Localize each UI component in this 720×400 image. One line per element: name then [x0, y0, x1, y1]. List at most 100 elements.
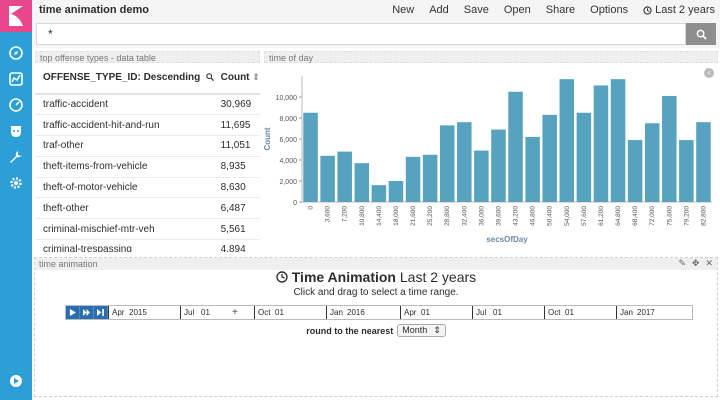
options-button[interactable]: Options	[590, 4, 628, 16]
timeline-tick-label: Jul	[180, 306, 194, 319]
offense-type-cell[interactable]: theft-of-motor-vehicle	[35, 177, 215, 199]
search-button[interactable]	[686, 23, 716, 45]
anim-title: Time Animation	[291, 269, 396, 285]
kibana-logo-icon	[9, 6, 23, 26]
timeline-tick-label: 01	[421, 308, 430, 317]
data-table: OFFENSE_TYPE_ID: Descending Count ⇕ traf…	[35, 62, 260, 252]
count-cell: 11,695	[214, 114, 260, 137]
timeline-tick-label: 2016	[347, 308, 365, 317]
timeline-brush[interactable]: Apr 2015 Jul 01 Oct 01 Jan 2016 Apr 01 Jul 01 Oct 01 J…	[65, 305, 693, 320]
table-row: traf-other 11,051	[35, 135, 260, 157]
collapse-sidebar-icon[interactable]	[0, 368, 32, 394]
x-axis-label: secsOfDay	[486, 235, 528, 244]
timeline-tick-label: 01	[493, 308, 502, 317]
timeline-tick-label: 01	[565, 308, 574, 317]
x-tick-label: 25,200	[427, 206, 434, 226]
step-forward-button[interactable]	[94, 306, 108, 319]
x-tick-label: 3,600	[325, 206, 332, 223]
add-button[interactable]: Add	[429, 4, 449, 16]
x-tick-label: 7,200	[342, 206, 349, 223]
y-axis-label: Count	[263, 127, 272, 150]
table-row: theft-other 6,487	[35, 197, 260, 220]
offense-type-cell[interactable]: traffic-accident	[35, 94, 215, 116]
bar	[644, 123, 660, 202]
open-button[interactable]: Open	[504, 4, 531, 16]
round-select[interactable]: Month ⇕	[397, 324, 446, 337]
timeline-tick-label: Oct	[544, 306, 560, 319]
play-controls	[66, 306, 108, 319]
clock-icon	[643, 5, 652, 15]
dev-tools-wrench-icon[interactable]	[0, 144, 32, 170]
time-range-label: Last 2 years	[655, 4, 715, 16]
offense-type-cell[interactable]: criminal-trespassing	[35, 239, 215, 252]
x-tick-label: 79,200	[683, 206, 690, 226]
visualize-icon[interactable]	[0, 66, 32, 92]
x-tick-label: 61,200	[598, 206, 605, 226]
round-select-value: Month	[402, 325, 428, 335]
dashboard-title: time animation demo	[39, 4, 150, 16]
table-row: theft-of-motor-vehicle 8,630	[35, 177, 260, 199]
kibana-logo[interactable]	[0, 0, 32, 32]
x-tick-label: 10,800	[359, 206, 366, 226]
table-row: theft-items-from-vehicle 8,935	[35, 156, 260, 178]
y-tick-label: 2,000	[279, 179, 297, 186]
crosshair-cursor-icon: +	[232, 307, 238, 318]
timeline-tick-label: Oct	[254, 306, 270, 319]
share-button[interactable]: Share	[546, 4, 575, 16]
x-tick-label: 46,800	[530, 206, 537, 226]
bar	[679, 140, 694, 202]
bar	[610, 79, 626, 202]
time-of-day-bar-chart: 0 2,000 4,000 6,000 8,000 10,000 0 3,600 7,200 10…	[263, 76, 712, 244]
bar	[662, 95, 677, 202]
bar	[491, 129, 506, 202]
bar	[388, 181, 404, 202]
discover-icon[interactable]	[0, 40, 32, 66]
bar	[593, 85, 609, 202]
search-icon	[696, 29, 707, 40]
bar	[320, 155, 335, 202]
play-button[interactable]	[66, 306, 80, 319]
column-header-count[interactable]: Count ⇕	[214, 62, 260, 95]
count-cell: 30,969	[214, 94, 260, 116]
table-row: criminal-trespassing 4,894	[35, 239, 260, 252]
x-tick-label: 18,000	[393, 206, 400, 226]
bar	[525, 136, 540, 202]
new-button[interactable]: New	[392, 4, 414, 16]
save-button[interactable]: Save	[464, 4, 489, 16]
clock-icon	[276, 271, 288, 283]
timeline-tick-label: 01	[201, 308, 210, 317]
timeline-tick-label: Jan	[326, 306, 343, 319]
y-tick-label: 6,000	[279, 137, 297, 144]
x-tick-label: 68,400	[632, 206, 639, 226]
offense-type-cell[interactable]: theft-items-from-vehicle	[35, 156, 215, 178]
bar	[457, 122, 472, 202]
step-back-button[interactable]	[80, 306, 94, 319]
timeline-tick-label: 2015	[129, 308, 147, 317]
search-input[interactable]: *	[36, 23, 686, 45]
bar	[303, 112, 318, 202]
dashboard-icon[interactable]	[0, 92, 32, 118]
x-tick-label: 57,600	[581, 206, 588, 226]
x-tick-label: 39,600	[495, 206, 502, 226]
sort-icon[interactable]: ⇕	[252, 72, 260, 82]
bar	[696, 122, 711, 202]
column-header-offense-type[interactable]: OFFENSE_TYPE_ID: Descending	[35, 62, 215, 95]
offense-type-cell[interactable]: traf-other	[35, 135, 215, 157]
offense-type-cell[interactable]: traffic-accident-hit-and-run	[35, 114, 215, 137]
timeline-tick-label: 01	[275, 308, 284, 317]
timeline-tick-label: Jan	[616, 306, 633, 319]
x-tick-label: 54,000	[564, 206, 571, 226]
count-cell: 6,487	[214, 197, 260, 220]
anim-heading: Time Animation Last 2 years	[35, 268, 717, 286]
y-tick-label: 4,000	[279, 158, 297, 165]
offense-type-cell[interactable]: criminal-mischief-mtr-veh	[35, 218, 215, 241]
count-cell: 8,630	[214, 177, 260, 199]
legend-toggle-icon[interactable]: ‹	[704, 68, 714, 78]
filter-search-icon[interactable]	[206, 73, 215, 82]
time-picker-button[interactable]: Last 2 years	[643, 4, 715, 16]
offense-type-cell[interactable]: theft-other	[35, 197, 215, 220]
y-tick-label: 0	[293, 200, 297, 207]
settings-gear-icon[interactable]	[0, 170, 32, 196]
timelion-icon[interactable]	[0, 118, 32, 144]
x-tick-label: 82,800	[700, 206, 707, 226]
